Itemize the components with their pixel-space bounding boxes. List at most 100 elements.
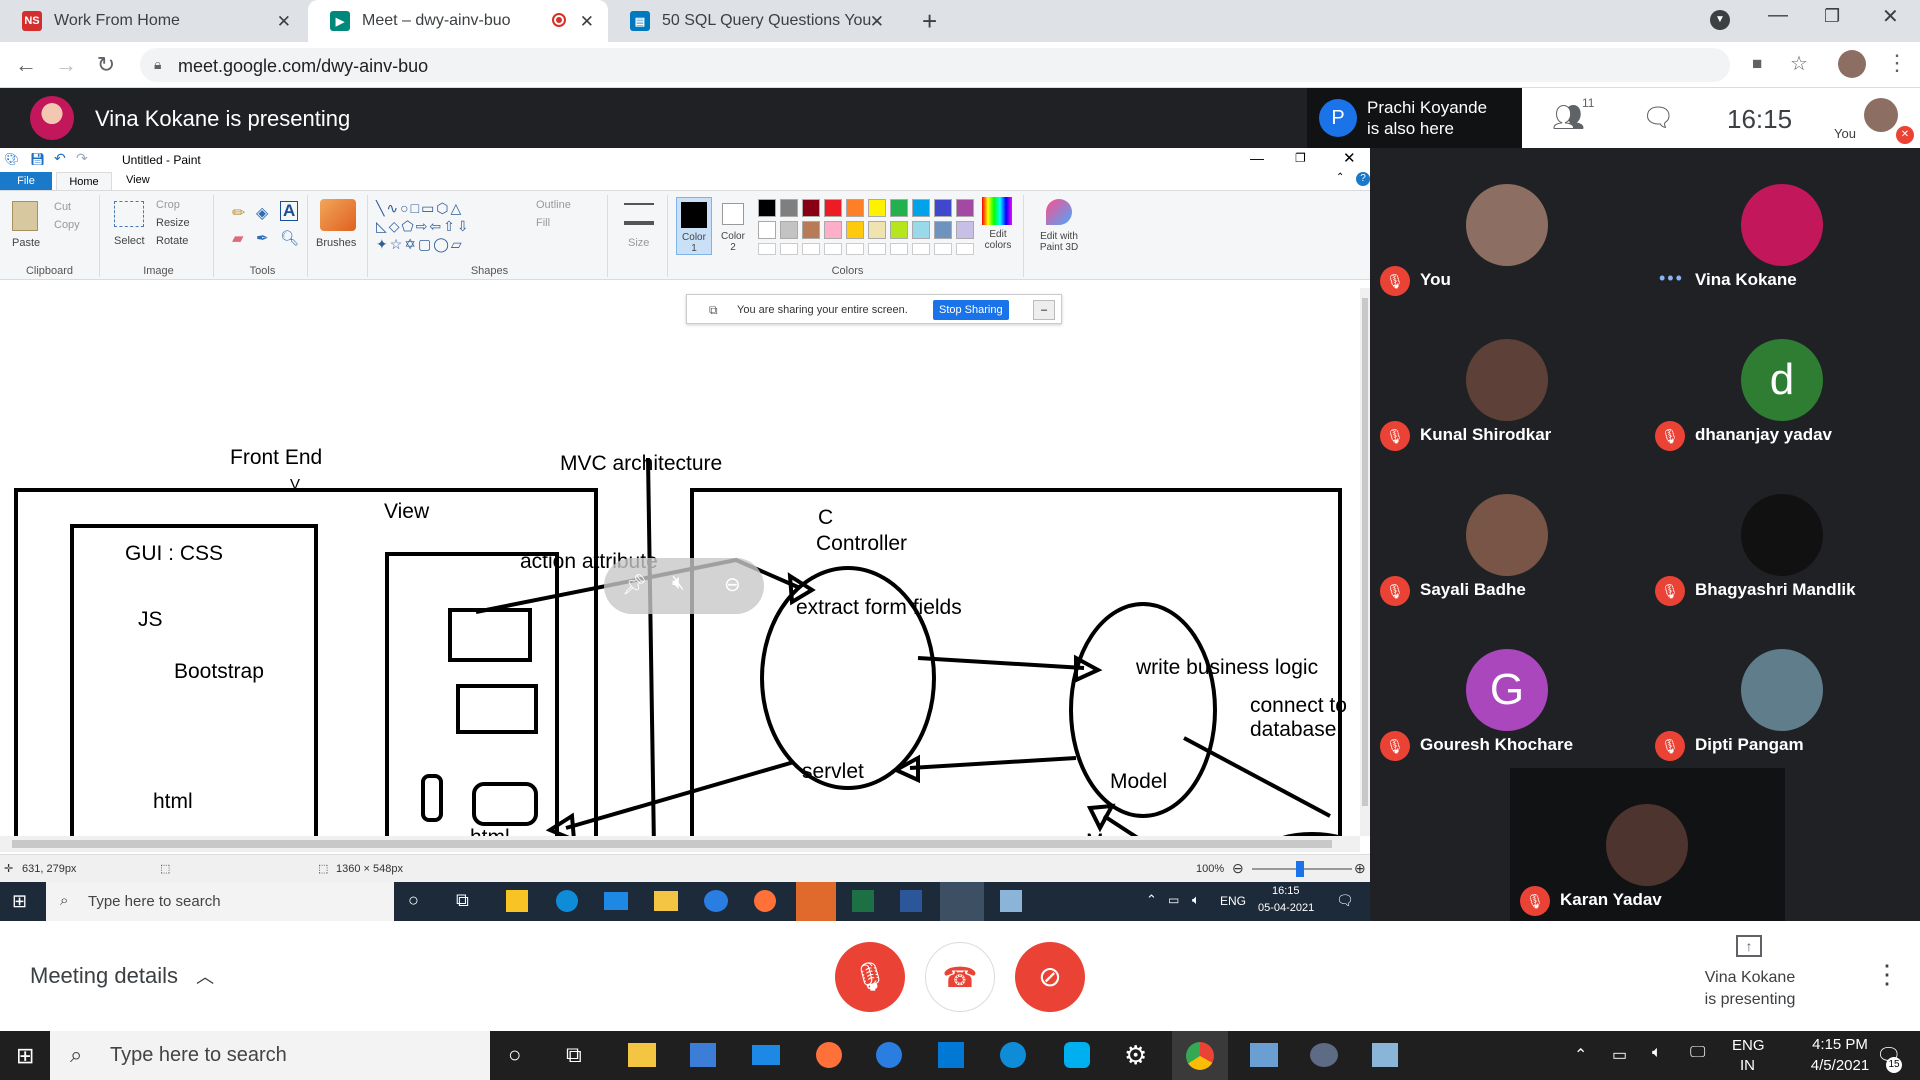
color-swatch[interactable] bbox=[824, 221, 842, 239]
task-view-icon[interactable]: ⧉ bbox=[566, 1042, 582, 1068]
participant-tile[interactable]: 🎙︎ Kunal Shirodkar bbox=[1370, 303, 1645, 458]
task-view-icon[interactable]: ⧉ bbox=[456, 890, 469, 911]
skype-icon[interactable] bbox=[1064, 1042, 1090, 1068]
color-swatch[interactable] bbox=[934, 243, 952, 255]
window-close-icon[interactable]: ✕ bbox=[1882, 4, 1899, 29]
network-icon[interactable]: 🖵 bbox=[1690, 1044, 1705, 1062]
mail-icon[interactable] bbox=[604, 892, 628, 910]
camera-icon[interactable]: ■ bbox=[1752, 54, 1762, 74]
present-now-icon[interactable]: ↑ bbox=[1736, 935, 1762, 957]
tray-up-icon[interactable]: ⌃ bbox=[1146, 892, 1157, 908]
participant-tile[interactable]: 🎙︎ Karan Yadav bbox=[1510, 768, 1785, 923]
redo-icon[interactable]: ↷ bbox=[76, 150, 88, 167]
color-swatch[interactable] bbox=[846, 243, 864, 255]
zoom-in-icon[interactable]: ⊕ bbox=[1354, 860, 1366, 877]
size-icon[interactable] bbox=[624, 203, 654, 225]
notifications-icon[interactable]: 🗨︎ bbox=[1336, 892, 1354, 909]
paste-button[interactable]: Paste bbox=[12, 237, 40, 249]
stop-sharing-button[interactable]: Stop Sharing bbox=[933, 300, 1009, 320]
reload-icon[interactable]: ↻ bbox=[92, 52, 120, 78]
cortana-icon[interactable]: ○ bbox=[408, 890, 419, 911]
crop-button[interactable]: Crop bbox=[156, 199, 180, 211]
windows-start-icon[interactable]: ⊞ bbox=[16, 1043, 34, 1069]
color-swatch[interactable] bbox=[802, 199, 820, 217]
color-swatch[interactable] bbox=[824, 243, 842, 255]
paint-restore-icon[interactable]: ❐ bbox=[1295, 151, 1306, 165]
shapes-gallery[interactable]: ╲∿○□▭⬡△ ◺◇⬠⇨⇦⇧⇩ ✦☆✡▢◯▱ bbox=[376, 199, 526, 257]
text-tool-icon[interactable]: A bbox=[280, 201, 299, 221]
excel-icon[interactable] bbox=[852, 890, 874, 912]
color1-button[interactable]: Color 1 bbox=[676, 197, 712, 255]
taskbar-search-box[interactable]: ⌕ Type here to search bbox=[50, 1031, 490, 1080]
edit-colors-icon[interactable] bbox=[982, 197, 1012, 225]
chat-icon[interactable]: 🗨︎ bbox=[1642, 102, 1675, 133]
inner-lang[interactable]: ENG bbox=[1220, 894, 1246, 908]
pin-icon[interactable]: 📌︎ bbox=[622, 572, 647, 597]
new-tab-button[interactable]: + bbox=[922, 6, 937, 37]
paint-canvas[interactable]: Front End V View MVC architecture GUI : … bbox=[0, 288, 1360, 853]
help-icon[interactable]: ? bbox=[1356, 172, 1370, 186]
inner-search-box[interactable]: ⌕ Type here to search bbox=[46, 882, 394, 922]
participant-tile[interactable]: 🎙︎ You bbox=[1370, 148, 1645, 303]
app-icon[interactable] bbox=[1372, 1043, 1398, 1067]
close-icon[interactable]: ✕ bbox=[870, 12, 884, 32]
app-icon[interactable] bbox=[704, 890, 728, 912]
url-text[interactable]: meet.google.com/dwy-ainv-buo bbox=[178, 56, 428, 77]
copy-button[interactable]: Copy bbox=[54, 219, 80, 231]
participant-tile[interactable]: 🎙︎ Sayali Badhe bbox=[1370, 458, 1645, 613]
profile-avatar[interactable] bbox=[1838, 50, 1866, 78]
taskbar-date[interactable]: 4/5/2021 bbox=[1790, 1057, 1890, 1074]
tab-sql-questions[interactable]: ▤ 50 SQL Query Questions You Sho ✕ bbox=[608, 0, 898, 42]
horizontal-scrollbar[interactable] bbox=[0, 836, 1360, 852]
close-icon[interactable]: ✕ bbox=[277, 12, 291, 32]
color-swatch[interactable] bbox=[890, 199, 908, 217]
paint-taskbar-icon[interactable] bbox=[940, 882, 984, 922]
app-icon[interactable] bbox=[796, 882, 836, 922]
color-swatch[interactable] bbox=[802, 243, 820, 255]
color-picker-icon[interactable]: ✒ bbox=[256, 229, 269, 247]
color-swatch[interactable] bbox=[780, 221, 798, 239]
remove-icon[interactable]: ⊖ bbox=[724, 572, 741, 597]
file-explorer-icon[interactable] bbox=[654, 891, 678, 911]
color-swatch[interactable] bbox=[868, 221, 886, 239]
color-swatch[interactable] bbox=[868, 243, 886, 255]
also-here-card[interactable]: P Prachi Koyande is also here bbox=[1307, 88, 1522, 148]
color-swatch[interactable] bbox=[846, 199, 864, 217]
color-swatch[interactable] bbox=[824, 199, 842, 217]
edit-with-paint3d-button[interactable]: Edit with Paint 3D bbox=[1030, 231, 1088, 253]
save-icon[interactable]: 💾︎ bbox=[30, 152, 45, 166]
paint-file-tab[interactable]: File bbox=[0, 172, 52, 190]
paste-icon[interactable] bbox=[12, 201, 38, 231]
cut-button[interactable]: Cut bbox=[54, 201, 71, 213]
outline-button[interactable]: Outline bbox=[536, 199, 571, 211]
scroll-thumb[interactable] bbox=[1362, 298, 1368, 806]
people-icon[interactable]: 👥︎ bbox=[1552, 102, 1585, 133]
star-icon[interactable]: ☆ bbox=[1790, 51, 1808, 76]
word-icon[interactable] bbox=[900, 890, 922, 912]
leave-call-button[interactable]: ☎ bbox=[925, 942, 995, 1012]
file-explorer-icon[interactable] bbox=[628, 1043, 656, 1067]
tab-search-icon[interactable]: ▼ bbox=[1710, 10, 1730, 30]
brushes-button[interactable]: Brushes bbox=[316, 237, 356, 249]
menu-icon[interactable]: ⋮ bbox=[1886, 50, 1908, 76]
windows-start-icon[interactable]: ⊞ bbox=[12, 891, 27, 912]
cortana-icon[interactable]: ○ bbox=[508, 1042, 521, 1068]
color-swatch[interactable] bbox=[890, 243, 908, 255]
color-swatch[interactable] bbox=[956, 199, 974, 217]
chrome-taskbar-button[interactable] bbox=[1172, 1031, 1228, 1080]
more-options-icon[interactable]: ⋮ bbox=[1874, 959, 1900, 990]
minimize-icon[interactable]: — bbox=[1768, 4, 1788, 27]
color-swatch[interactable] bbox=[912, 221, 930, 239]
color-swatch[interactable] bbox=[758, 243, 776, 255]
hide-notice-button[interactable]: – bbox=[1033, 300, 1055, 320]
vscode-icon[interactable] bbox=[938, 1042, 964, 1068]
magnifier-icon[interactable]: 🔍︎ bbox=[280, 229, 299, 247]
color-swatch[interactable] bbox=[890, 221, 908, 239]
scroll-thumb[interactable] bbox=[12, 840, 1332, 848]
edit-colors-button[interactable]: Edit colors bbox=[978, 229, 1018, 251]
participant-tile[interactable]: G 🎙︎ Gouresh Khochare bbox=[1370, 613, 1645, 768]
participant-tile[interactable]: 🎙︎ Dipti Pangam bbox=[1645, 613, 1920, 768]
participant-tile[interactable]: ••• Vina Kokane bbox=[1645, 148, 1920, 303]
fill-button[interactable]: Fill bbox=[536, 217, 550, 229]
taskbar-time[interactable]: 4:15 PM bbox=[1790, 1036, 1890, 1053]
